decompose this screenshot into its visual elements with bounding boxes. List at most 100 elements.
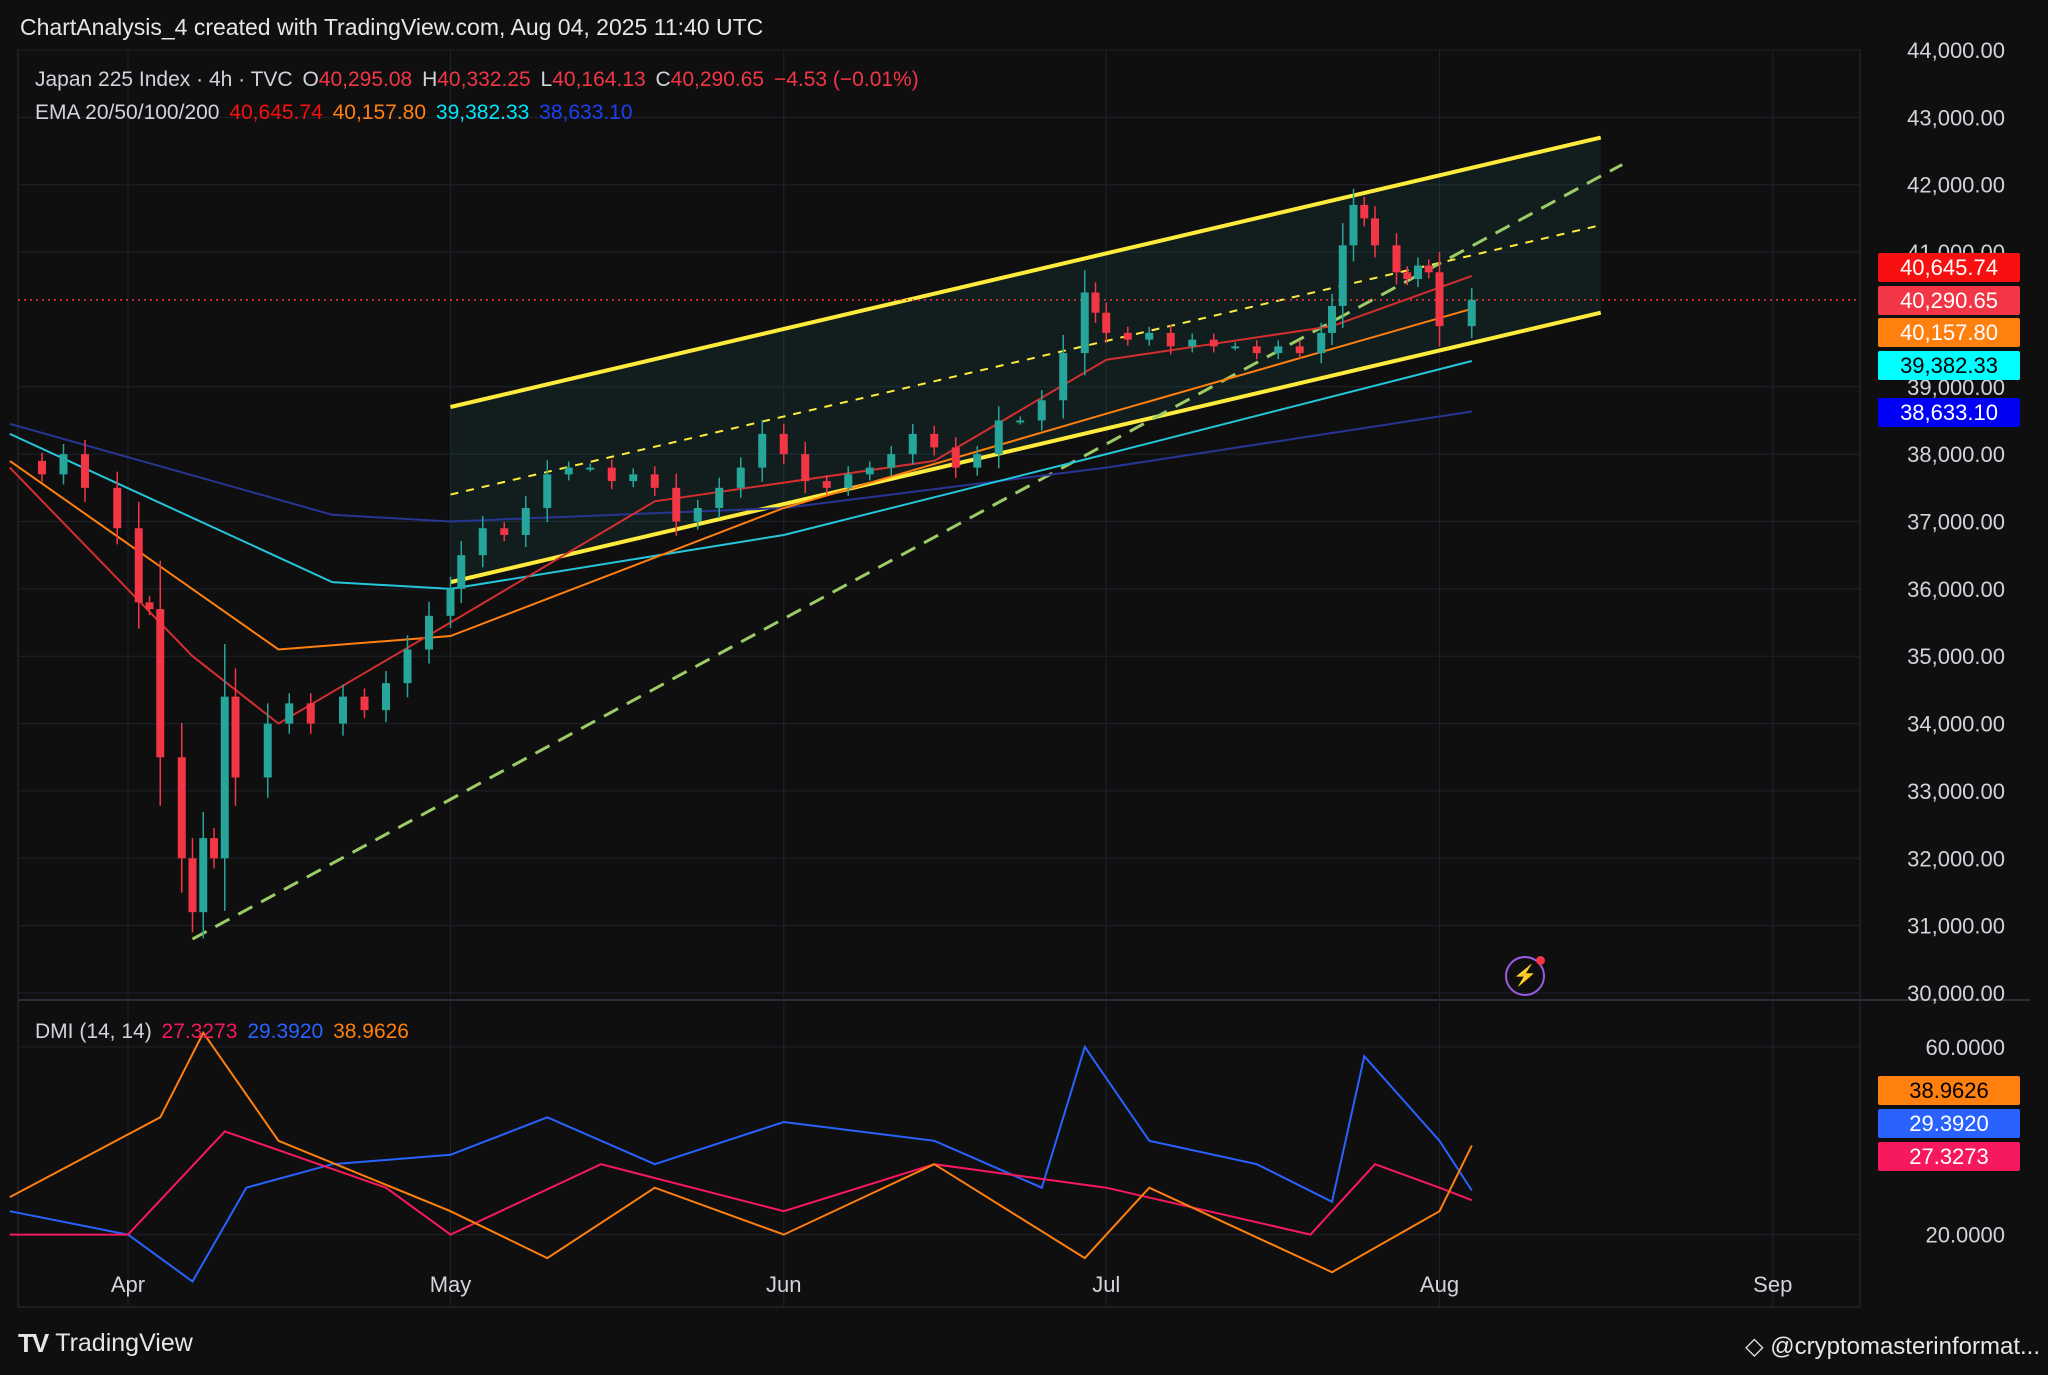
candle-body	[1392, 245, 1401, 273]
ema20-value: 40,645.74	[229, 101, 323, 124]
candle-body	[1059, 353, 1068, 401]
price-tag: 40,290.65	[1878, 286, 2020, 315]
candle-body	[994, 420, 1003, 455]
x-tick-label: Sep	[1753, 1272, 1792, 1297]
adx-line	[9, 1030, 1473, 1274]
grid	[17, 49, 2030, 1308]
candle-body	[865, 467, 874, 475]
candle-body	[403, 649, 412, 684]
logo-text: TradingView	[55, 1329, 193, 1357]
symbol-label: Japan 225 Index · 4h · TVC	[35, 68, 293, 91]
y-tick-label: 35,000.00	[1907, 644, 2005, 669]
candle-body	[360, 696, 369, 711]
candle-body	[1102, 312, 1111, 333]
open-label: O	[302, 68, 319, 91]
candle-body	[382, 683, 390, 711]
y-tick-label: 33,000.00	[1907, 779, 2005, 804]
candle-body	[1371, 218, 1379, 246]
candle-body	[457, 555, 466, 589]
dmi-tag: 29.3920	[1878, 1109, 2020, 1138]
candle-body	[629, 474, 638, 482]
change-value: −4.53 (−0.01%)	[773, 68, 919, 91]
candle-body	[1016, 420, 1025, 423]
candle-body	[1166, 332, 1175, 347]
y-tick-label: 44,000.00	[1907, 38, 2005, 63]
high-value: 40,332.25	[437, 68, 531, 91]
dmi2-value: 29.3920	[247, 1020, 324, 1043]
candle-body	[650, 474, 659, 488]
candle-body	[134, 528, 143, 603]
candle-body	[607, 467, 616, 482]
y-tick-label: 36,000.00	[1907, 577, 2005, 602]
candle-body	[446, 588, 455, 616]
dmi-pane	[9, 1030, 1473, 1283]
candle-body	[1080, 292, 1089, 354]
price-tag: 40,157.80	[1878, 318, 2020, 347]
candle-body	[1349, 204, 1358, 246]
lightning-icon[interactable]: ⚡	[1505, 956, 1545, 996]
candle-body	[1123, 332, 1132, 340]
candle-body	[306, 703, 315, 724]
ema200-value: 38,633.10	[539, 101, 633, 124]
candle-body	[220, 696, 229, 859]
candle-body	[177, 757, 186, 859]
y-tick-label: 32,000.00	[1907, 846, 2005, 871]
candle-body	[801, 454, 810, 482]
candle-body	[1403, 272, 1412, 280]
candle-body	[210, 838, 218, 859]
open-value: 40,295.08	[318, 68, 413, 91]
candle-body	[231, 696, 240, 778]
dmi3-value: 38.9626	[333, 1020, 409, 1043]
candle-body	[285, 703, 294, 724]
candle-body	[1037, 400, 1046, 421]
x-tick-label: Aug	[1420, 1272, 1459, 1297]
ema50-value: 40,157.80	[332, 101, 427, 124]
price-tag: 39,382.33	[1878, 351, 2020, 380]
candle-body	[478, 528, 487, 556]
candle-body	[1231, 346, 1240, 349]
candle-body	[672, 487, 681, 522]
ema100-value: 39,382.33	[435, 101, 530, 124]
dmi-tag: 27.3273	[1878, 1142, 2020, 1171]
dmi-tick-label: 60.0000	[1925, 1035, 2005, 1060]
candle-body	[1274, 346, 1283, 354]
y-tick-label: 34,000.00	[1907, 712, 2005, 737]
candle-body	[113, 487, 122, 529]
candle-body	[586, 467, 595, 470]
low-label: L	[540, 68, 553, 91]
tradingview-logo[interactable]: TV TradingView	[18, 1328, 193, 1359]
candle-body	[1424, 265, 1433, 273]
close-value: 40,290.65	[670, 68, 765, 91]
candle-body	[1317, 332, 1326, 354]
candle-body	[1435, 272, 1444, 327]
candle-body	[1295, 346, 1304, 354]
candle-body	[908, 433, 917, 455]
ohlc-legend: Japan 225 Index · 4h · TVC O40,295.08 H4…	[35, 68, 923, 92]
y-tick-label: 38,000.00	[1907, 442, 2005, 467]
candle-body	[736, 467, 745, 488]
candle-body	[339, 696, 347, 724]
price-channel	[18, 135, 1860, 941]
watermark: ◇ @cryptomasterinformat...	[1745, 1332, 2040, 1361]
y-tick-label: 42,000.00	[1907, 173, 2005, 198]
candle-body	[1414, 265, 1422, 280]
candle-body	[1328, 305, 1336, 333]
candle-body	[59, 454, 68, 475]
candle-body	[1091, 292, 1100, 313]
candle-body	[1145, 332, 1154, 340]
x-tick-label: May	[430, 1272, 472, 1297]
dmi-tag: 38.9626	[1878, 1076, 2020, 1105]
candle-body	[822, 481, 831, 488]
candle-body	[156, 609, 165, 758]
ema-legend: EMA 20/50/100/200 40,645.74 40,157.80 39…	[35, 101, 637, 125]
candle-body	[715, 487, 724, 509]
candle-body	[145, 602, 154, 610]
candle-body	[81, 454, 89, 488]
candle-body	[1252, 346, 1261, 354]
candle-body	[1209, 339, 1218, 347]
dmi-legend: DMI (14, 14) 27.3273 29.3920 38.9626	[35, 1020, 413, 1044]
price-tag: 40,645.74	[1878, 253, 2020, 282]
chart-canvas[interactable]: Apr May Jun Jul Aug Sep 30,000.00 31,000.00 32,0…	[0, 0, 2048, 1375]
low-value: 40,164.13	[552, 68, 646, 91]
candle-body	[887, 454, 896, 468]
